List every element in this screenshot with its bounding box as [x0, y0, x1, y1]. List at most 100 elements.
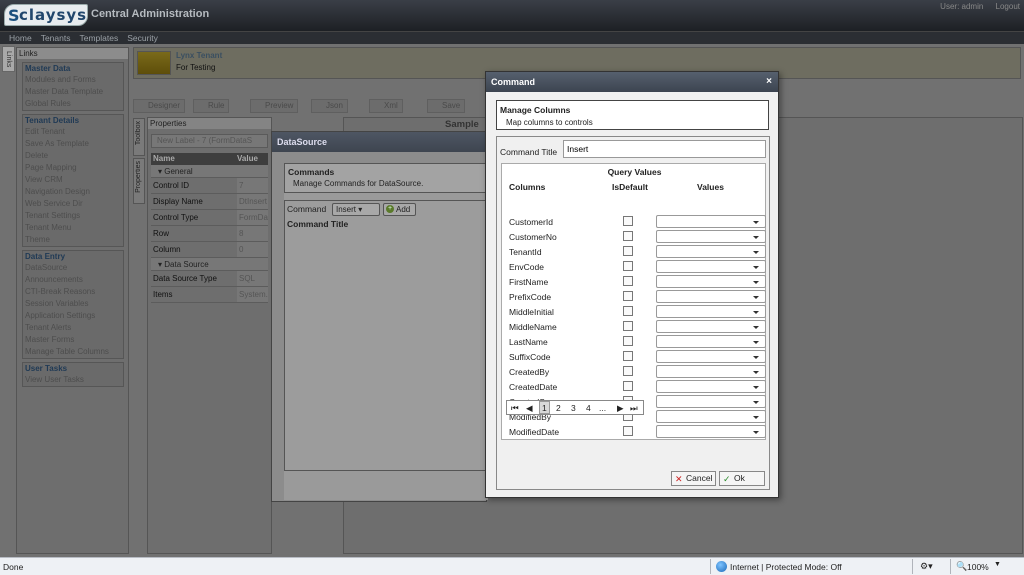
value-select[interactable]	[656, 230, 766, 243]
tenant-name[interactable]: Lynx Tenant	[176, 51, 222, 60]
link-item[interactable]: Master Forms	[23, 334, 123, 346]
link-item[interactable]: Page Mapping	[23, 162, 123, 174]
links-side-tab[interactable]: Links	[2, 46, 15, 72]
isdefault-checkbox[interactable]	[623, 351, 633, 361]
link-item[interactable]: View User Tasks	[23, 374, 123, 386]
property-row[interactable]: Data Source Type SQL	[151, 271, 268, 287]
tools-icon[interactable]: ⚙▾	[920, 561, 933, 572]
value-select[interactable]	[656, 290, 766, 303]
isdefault-checkbox[interactable]	[623, 276, 633, 286]
property-value[interactable]: FormData	[237, 210, 268, 225]
save-button[interactable]: Save	[427, 99, 466, 113]
page-3[interactable]: 3	[571, 403, 576, 413]
tab-toolbox[interactable]: Toolbox	[133, 118, 145, 156]
command-select[interactable]: Insert ▾	[332, 203, 380, 216]
nav-tenants[interactable]: Tenants	[41, 32, 71, 44]
value-select[interactable]	[656, 410, 766, 423]
isdefault-checkbox[interactable]	[623, 366, 633, 376]
link-item[interactable]: Application Settings	[23, 310, 123, 322]
link-item[interactable]: Tenant Alerts	[23, 322, 123, 334]
selected-control-dropdown[interactable]: New Label - 7 (FormDataS	[151, 134, 268, 148]
link-item[interactable]: Session Variables	[23, 298, 123, 310]
isdefault-checkbox[interactable]	[623, 381, 633, 391]
last-page-icon[interactable]: ⏭	[630, 403, 638, 414]
tab-properties[interactable]: Properties	[133, 158, 145, 204]
property-value[interactable]: 7	[237, 178, 268, 193]
link-item[interactable]: Theme	[23, 234, 123, 246]
isdefault-checkbox[interactable]	[623, 306, 633, 316]
property-value[interactable]: 8	[237, 226, 268, 241]
link-item[interactable]: Tenant Settings	[23, 210, 123, 222]
xml-button[interactable]: Xml	[369, 99, 403, 113]
link-item[interactable]: Master Data Template	[23, 86, 123, 98]
link-item[interactable]: Global Rules	[23, 98, 123, 110]
page-2[interactable]: 2	[556, 403, 561, 413]
preview-button[interactable]: Preview	[250, 99, 299, 113]
isdefault-checkbox[interactable]	[623, 336, 633, 346]
value-select[interactable]	[656, 335, 766, 348]
link-item[interactable]: Delete	[23, 150, 123, 162]
isdefault-checkbox[interactable]	[623, 261, 633, 271]
link-item[interactable]: Announcements	[23, 274, 123, 286]
value-select[interactable]	[656, 215, 766, 228]
property-row[interactable]: Control Type FormData	[151, 210, 268, 226]
link-item[interactable]: Navigation Design	[23, 186, 123, 198]
value-select[interactable]	[656, 320, 766, 333]
designer-button[interactable]: Designer	[133, 99, 186, 113]
ok-button[interactable]: ✓ Ok	[719, 471, 765, 486]
property-value[interactable]: 0	[237, 242, 268, 257]
cancel-button[interactable]: ✕ Cancel	[671, 471, 716, 486]
link-item[interactable]: CTI-Break Reasons	[23, 286, 123, 298]
link-item[interactable]: Modules and Forms	[23, 74, 123, 86]
property-row[interactable]: Column 0	[151, 242, 268, 258]
isdefault-checkbox[interactable]	[623, 246, 633, 256]
nav-templates[interactable]: Templates	[79, 32, 118, 44]
group-general[interactable]: ▾ General	[151, 165, 268, 178]
page-1[interactable]: 1	[539, 401, 550, 414]
link-item[interactable]: Web Service Dir	[23, 198, 123, 210]
isdefault-checkbox[interactable]	[623, 291, 633, 301]
json-button[interactable]: Json	[311, 99, 348, 113]
property-row[interactable]: Items System...	[151, 287, 268, 303]
value-select[interactable]	[656, 365, 766, 378]
link-item[interactable]: Save As Template	[23, 138, 123, 150]
isdefault-checkbox[interactable]	[623, 216, 633, 226]
prev-page-icon[interactable]: ◀	[526, 403, 533, 414]
nav-security[interactable]: Security	[127, 32, 158, 44]
chevron-down-icon[interactable]: ▼	[994, 561, 1001, 568]
value-select[interactable]	[656, 350, 766, 363]
link-item[interactable]: View CRM	[23, 174, 123, 186]
rule-button[interactable]: Rule	[193, 99, 230, 113]
next-page-icon[interactable]: ▶	[617, 403, 624, 414]
group-data-source[interactable]: ▾ Data Source	[151, 258, 268, 271]
value-select[interactable]	[656, 305, 766, 318]
security-zone[interactable]: Internet | Protected Mode: Off	[730, 562, 842, 572]
value-select[interactable]	[656, 245, 766, 258]
page-4[interactable]: 4	[586, 403, 591, 413]
first-page-icon[interactable]: ⏮	[511, 403, 519, 414]
property-value[interactable]: System...	[237, 287, 268, 302]
value-select[interactable]	[656, 380, 766, 393]
link-item[interactable]: Tenant Menu	[23, 222, 123, 234]
value-select[interactable]	[656, 425, 766, 438]
isdefault-checkbox[interactable]	[623, 321, 633, 331]
property-value[interactable]: DtInsert	[237, 194, 268, 209]
value-select[interactable]	[656, 260, 766, 273]
isdefault-checkbox[interactable]	[623, 426, 633, 436]
property-row[interactable]: Row 8	[151, 226, 268, 242]
property-row[interactable]: Display Name DtInsert	[151, 194, 268, 210]
property-value[interactable]: SQL	[237, 271, 268, 286]
link-item[interactable]: Edit Tenant	[23, 126, 123, 138]
link-item[interactable]: DataSource	[23, 262, 123, 274]
zoom-level[interactable]: 100%	[967, 562, 989, 572]
more-pages[interactable]: ...	[599, 403, 606, 413]
value-select[interactable]	[656, 395, 766, 408]
command-title-input[interactable]	[563, 140, 766, 158]
property-row[interactable]: Control ID 7	[151, 178, 268, 194]
isdefault-checkbox[interactable]	[623, 231, 633, 241]
close-icon[interactable]: ×	[766, 76, 772, 88]
nav-home[interactable]: Home	[9, 32, 32, 44]
link-item[interactable]: Manage Table Columns	[23, 346, 123, 358]
logout-link[interactable]: Logout	[996, 2, 1020, 11]
add-command-button[interactable]: + Add	[383, 203, 416, 216]
